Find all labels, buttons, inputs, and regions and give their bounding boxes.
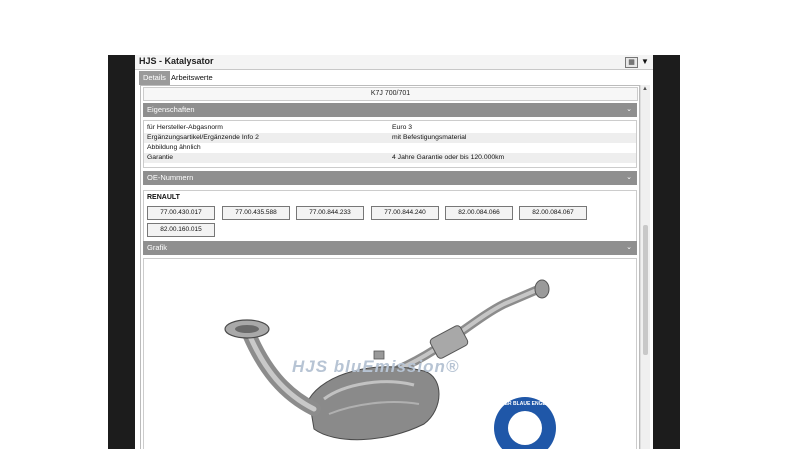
engine-code: K7J 700/701: [370, 90, 411, 97]
left-dark-border: [108, 55, 135, 449]
property-key: Ergänzungsartikel/Ergänzende Info 2: [147, 134, 259, 141]
table-row: Abbildung ähnlich: [144, 143, 636, 153]
oe-number-button[interactable]: 77.00.844.233: [296, 206, 364, 220]
properties-table: für Hersteller-Abgasnorm Euro 3 Ergänzun…: [143, 120, 637, 168]
section-title: Grafik: [147, 243, 168, 252]
oe-number-button[interactable]: 77.00.435.588: [222, 206, 290, 220]
blue-angel-emblem: DER BLAUE ENGEL: [494, 397, 556, 449]
oe-number-button[interactable]: 82.00.160.015: [147, 223, 215, 237]
oe-numbers-box: RENAULT 77.00.430.017 77.00.435.588 77.0…: [143, 190, 637, 242]
oe-number-button[interactable]: 77.00.844.240: [371, 206, 439, 220]
section-header-eigenschaften[interactable]: Eigenschaften ⌄: [143, 103, 637, 117]
scrollbar-thumb[interactable]: [643, 225, 648, 355]
details-panel: K7J 700/701 Eigenschaften ⌄ für Herstell…: [140, 85, 640, 449]
tab-arbeitswerte[interactable]: Arbeitswerte: [167, 71, 217, 85]
emblem-inner-circle: [508, 411, 542, 445]
table-row: für Hersteller-Abgasnorm Euro 3: [144, 123, 636, 133]
chevron-down-icon: ⌄: [626, 174, 632, 181]
brand-watermark: HJS bluEmission®: [292, 357, 460, 376]
engine-code-box: K7J 700/701: [143, 87, 638, 101]
section-title: Eigenschaften: [147, 105, 195, 114]
property-key: Garantie: [147, 154, 174, 161]
table-row: Ergänzungsartikel/Ergänzende Info 2 mit …: [144, 133, 636, 143]
manufacturer-label: RENAULT: [147, 194, 180, 201]
catalyst-window: HJS - Katalysator ▦ ▼ Details Arbeitswer…: [135, 55, 653, 449]
product-image-area: HJS bluEmission® DER BLAUE ENGEL: [143, 258, 637, 449]
window-menu-icon[interactable]: ▦: [625, 57, 638, 68]
vertical-scrollbar[interactable]: ▲: [640, 85, 650, 449]
section-header-grafik[interactable]: Grafik ⌄: [143, 241, 637, 255]
property-key: Abbildung ähnlich: [147, 144, 201, 151]
property-value: mit Befestigungsmaterial: [392, 134, 467, 141]
tab-details[interactable]: Details: [139, 71, 170, 85]
oe-number-button[interactable]: 82.00.084.066: [445, 206, 513, 220]
emblem-text: DER BLAUE ENGEL: [501, 401, 549, 407]
table-row: Garantie 4 Jahre Garantie oder bis 120.0…: [144, 153, 636, 163]
property-value: 4 Jahre Garantie oder bis 120.000km: [392, 154, 505, 161]
right-dark-border: [653, 55, 680, 449]
chevron-down-icon: ⌄: [626, 244, 632, 251]
chevron-down-icon: ⌄: [626, 106, 632, 113]
catalytic-converter-image: [224, 279, 550, 441]
property-key: für Hersteller-Abgasnorm: [147, 124, 223, 131]
chevron-down-icon[interactable]: ▼: [640, 57, 650, 67]
section-header-oe-nummern[interactable]: OE-Nummern ⌄: [143, 171, 637, 185]
window-title: HJS - Katalysator: [139, 56, 214, 66]
oe-number-button[interactable]: 77.00.430.017: [147, 206, 215, 220]
property-value: Euro 3: [392, 124, 413, 131]
section-title: OE-Nummern: [147, 173, 194, 182]
window-titlebar: HJS - Katalysator ▦ ▼: [135, 55, 653, 70]
scroll-up-icon[interactable]: ▲: [642, 86, 648, 92]
oe-number-button[interactable]: 82.00.084.067: [519, 206, 587, 220]
